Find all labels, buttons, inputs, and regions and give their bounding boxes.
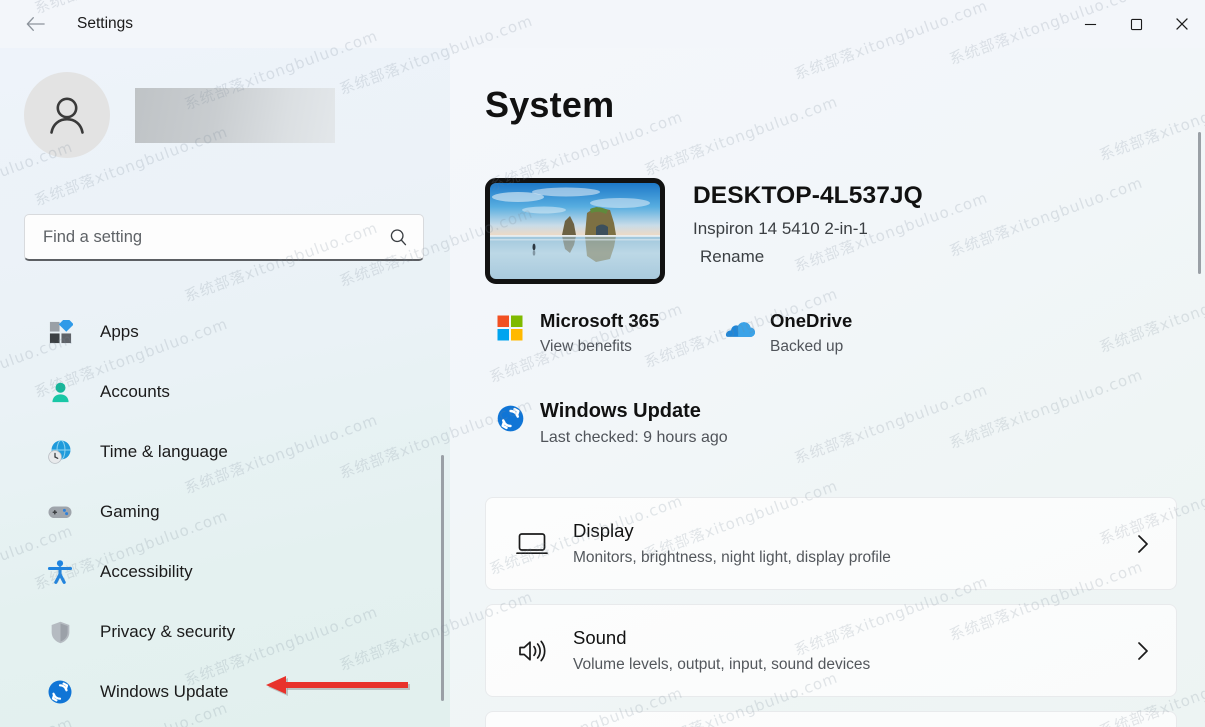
privacy-security-icon — [46, 618, 74, 646]
back-arrow-icon — [26, 17, 45, 31]
sidebar-item-label: Time & language — [100, 442, 228, 461]
time-language-icon — [46, 438, 74, 466]
page-title: System — [485, 84, 615, 125]
card-subtitle: Monitors, brightness, night light, displ… — [573, 549, 891, 566]
account-name-redacted — [135, 87, 335, 143]
content-scrollbar[interactable] — [1198, 132, 1201, 274]
service-subtitle: View benefits — [540, 338, 632, 355]
close-button[interactable] — [1159, 0, 1205, 48]
settings-card-partial[interactable] — [485, 711, 1177, 727]
sidebar-item-label: Privacy & security — [100, 622, 236, 641]
windows-update-entry[interactable]: Windows Update Last checked: 9 hours ago — [495, 400, 728, 447]
sidebar-scrollbar[interactable] — [441, 455, 444, 701]
rename-link[interactable]: Rename — [700, 247, 923, 267]
sound-speaker-icon — [514, 633, 550, 669]
device-model: Inspiron 14 5410 2-in-1 — [693, 219, 868, 238]
sidebar-item-label: Gaming — [100, 502, 160, 521]
close-icon — [1176, 18, 1188, 30]
windows-update-icon — [495, 403, 525, 433]
apps-icon — [46, 318, 74, 346]
accessibility-icon — [46, 558, 74, 586]
microsoft-365-entry[interactable]: Microsoft 365 View benefits — [495, 310, 725, 356]
window-controls — [1067, 0, 1205, 48]
card-title: Display — [573, 520, 634, 541]
sidebar-item-gaming[interactable]: Gaming — [12, 482, 424, 542]
sidebar: Apps Accounts — [0, 48, 450, 727]
main-content: System DESKTOP-4L537JQ Inspiron 14 5410 … — [450, 48, 1205, 727]
annotation-arrow — [266, 672, 410, 702]
title-bar: Settings — [0, 0, 1205, 48]
account-row[interactable] — [0, 48, 450, 158]
settings-card-display[interactable]: Display Monitors, brightness, night ligh… — [485, 497, 1177, 590]
device-summary: DESKTOP-4L537JQ Inspiron 14 5410 2-in-1 … — [485, 178, 923, 284]
service-title: OneDrive — [770, 310, 853, 331]
settings-window: Apps Accounts — [0, 0, 1205, 727]
search-container — [24, 214, 424, 261]
sidebar-item-label: Accessibility — [100, 562, 193, 581]
accounts-icon — [46, 378, 74, 406]
sidebar-item-label: Accounts — [100, 382, 170, 401]
windows-update-title: Windows Update — [540, 400, 701, 422]
sidebar-item-accessibility[interactable]: Accessibility — [12, 542, 424, 602]
sidebar-item-privacy-security[interactable]: Privacy & security — [12, 602, 424, 662]
gaming-icon — [46, 498, 74, 526]
sidebar-item-apps[interactable]: Apps — [12, 302, 424, 362]
person-avatar-icon — [50, 97, 84, 134]
display-monitor-icon — [514, 526, 550, 562]
settings-card-list: Display Monitors, brightness, night ligh… — [485, 497, 1177, 727]
chevron-right-icon[interactable] — [1132, 533, 1154, 555]
sidebar-item-label: Apps — [100, 322, 139, 341]
sidebar-item-label: Windows Update — [100, 682, 229, 701]
search-input[interactable] — [43, 227, 388, 247]
windows-update-icon — [46, 678, 74, 706]
windows-update-subtitle: Last checked: 9 hours ago — [540, 429, 728, 446]
sidebar-item-accounts[interactable]: Accounts — [12, 362, 424, 422]
back-button[interactable] — [18, 8, 54, 40]
minimize-icon — [1084, 23, 1096, 25]
maximize-button[interactable] — [1113, 0, 1159, 48]
window-title: Settings — [77, 15, 134, 32]
service-subtitle: Backed up — [770, 338, 844, 355]
card-title: Sound — [573, 627, 627, 648]
search-icon[interactable] — [388, 227, 409, 248]
sidebar-item-time-language[interactable]: Time & language — [12, 422, 424, 482]
device-wallpaper-thumbnail — [485, 178, 665, 284]
chevron-right-icon[interactable] — [1132, 640, 1154, 662]
microsoft-logo-icon — [495, 313, 525, 343]
services-row: Microsoft 365 View benefits OneDrive Bac… — [495, 310, 852, 356]
device-name: DESKTOP-4L537JQ — [693, 182, 923, 209]
onedrive-entry[interactable]: OneDrive Backed up — [725, 310, 852, 356]
settings-card-sound[interactable]: Sound Volume levels, output, input, soun… — [485, 604, 1177, 697]
maximize-icon — [1130, 18, 1142, 30]
card-subtitle: Volume levels, output, input, sound devi… — [573, 656, 871, 673]
search-box[interactable] — [24, 214, 424, 261]
onedrive-cloud-icon — [725, 313, 755, 343]
service-title: Microsoft 365 — [540, 310, 660, 331]
avatar — [24, 72, 110, 158]
device-info: DESKTOP-4L537JQ Inspiron 14 5410 2-in-1 … — [693, 178, 923, 267]
minimize-button[interactable] — [1067, 0, 1113, 48]
sidebar-nav: Apps Accounts Time & language Gaming Acc… — [0, 302, 434, 722]
